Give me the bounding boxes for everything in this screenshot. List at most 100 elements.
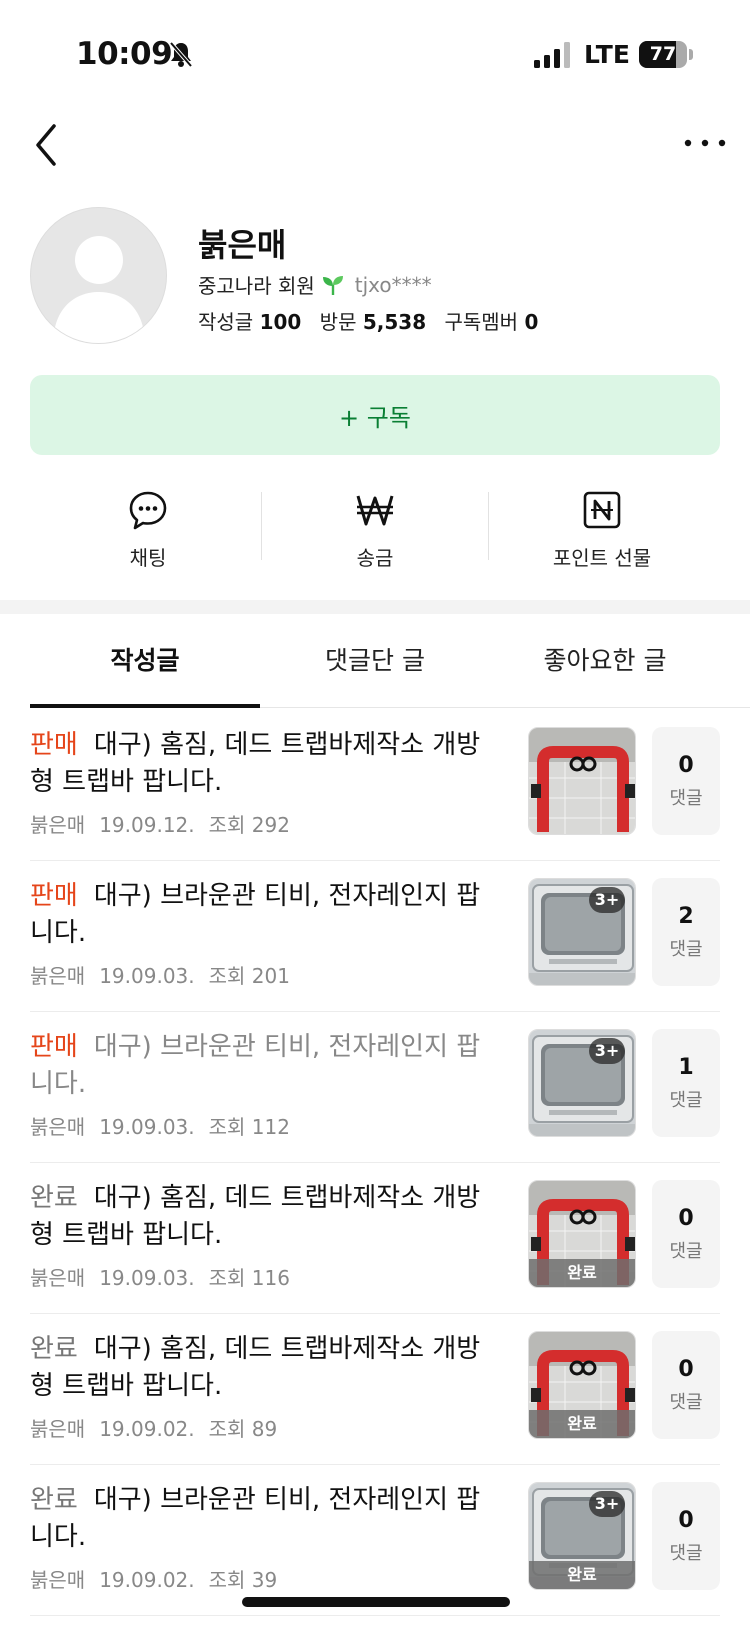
trap-bar-photo [529,728,635,834]
comment-count-box[interactable]: 0 댓글 [652,1331,720,1439]
comment-count-box[interactable]: 0 댓글 [652,1482,720,1590]
post-meta: 붉은매 19.09.02. 조회 89 [30,1413,291,1442]
post-meta: 붉은매 19.09.02. 조회 39 [30,1564,291,1593]
comment-count: 2 [678,904,694,929]
post-title-text: 대구) 브라운관 티비, 전자레인지 팝니다. [30,1485,481,1552]
visits-count: 5,538 [362,310,427,334]
posts-count: 100 [259,310,302,334]
post-date: 19.09.12. [99,813,195,837]
profile-stats: 작성글 100 방문 5,538 구독멤버 0 [198,306,550,335]
post-thumbnail[interactable]: 3+ [528,878,636,986]
battery-nub [689,49,693,60]
comment-count: 1 [678,1055,694,1080]
post-author: 붉은매 [30,813,86,837]
send-money-label: 송금 [356,546,394,570]
post-views: 조회 201 [208,964,290,988]
post-title[interactable]: 완료 대구) 브라운관 티비, 전자레인지 팝니다. [30,1482,490,1556]
post-author: 붉은매 [30,1417,86,1441]
subscribers-count: 0 [524,310,539,334]
post-thumbnail[interactable]: 완료 [528,1180,636,1288]
post-title-text: 대구) 브라운관 티비, 전자레인지 팝니다. [30,1032,481,1099]
comment-count: 0 [678,1357,694,1382]
sold-overlay: 완료 [529,1561,635,1589]
subscribe-button[interactable]: + 구독 [30,375,720,455]
active-tab-indicator [30,704,260,708]
post-views: 조회 116 [208,1266,290,1290]
post-date: 19.09.03. [99,1266,195,1290]
post-item[interactable]: 완료 대구) 홈짐, 데드 트랩바제작소 개방형 트랩바 팝니다. 붉은매 19.09… [30,1314,720,1465]
comment-count: 0 [678,1508,694,1533]
point-gift-button[interactable]: 포인트 선물 [489,480,715,580]
post-title[interactable]: 판매 대구) 브라운관 티비, 전자레인지 팝니다. [30,878,490,952]
post-meta: 붉은매 19.09.12. 조회 292 [30,809,304,838]
tab-my-posts[interactable]: 작성글 [30,614,260,708]
status-tag: 완료 [30,1183,78,1213]
tab-liked-posts[interactable]: 좋아요한 글 [490,614,720,708]
section-divider [0,600,750,614]
status-tag: 완료 [30,1334,78,1364]
post-author: 붉은매 [30,1266,86,1290]
status-time: 10:09 [76,36,173,72]
comment-count-box[interactable]: 2 댓글 [652,878,720,986]
post-title-text: 대구) 홈짐, 데드 트랩바제작소 개방형 트랩바 팝니다. [30,1334,481,1401]
status-tag: 판매 [30,1032,78,1062]
status-bar: 10:09 LTE 77 [0,0,750,100]
post-list: 판매 대구) 홈짐, 데드 트랩바제작소 개방형 트랩바 팝니다. 붉은매 19.09… [0,710,750,1616]
more-options-button[interactable] [680,126,730,166]
status-tag: 판매 [30,730,78,760]
comment-count-box[interactable]: 0 댓글 [652,1180,720,1288]
sold-overlay: 완료 [529,1410,635,1438]
comment-label: 댓글 [669,1090,703,1111]
post-thumbnail[interactable] [528,727,636,835]
post-author: 붉은매 [30,964,86,988]
post-author: 붉은매 [30,1568,86,1592]
post-item[interactable]: 판매 대구) 홈짐, 데드 트랩바제작소 개방형 트랩바 팝니다. 붉은매 19.09… [30,710,720,861]
comment-count: 0 [678,753,694,778]
post-views: 조회 112 [208,1115,290,1139]
visits-label: 방문 [319,310,357,334]
home-indicator [242,1597,510,1607]
back-button[interactable] [28,120,68,170]
post-item[interactable]: 완료 대구) 브라운관 티비, 전자레인지 팝니다. 붉은매 19.09.02. 조회 … [30,1465,720,1616]
more-dots-icon [684,139,726,147]
sprout-icon [322,275,343,295]
post-title[interactable]: 판매 대구) 홈짐, 데드 트랩바제작소 개방형 트랩바 팝니다. [30,727,490,801]
image-count-badge: 3+ [589,887,625,913]
post-thumbnail[interactable]: 3+ [528,1029,636,1137]
post-item[interactable]: 판매 대구) 브라운관 티비, 전자레인지 팝니다. 붉은매 19.09.03. 조회 … [30,1012,720,1163]
battery-level: 77 [649,43,677,65]
post-title-text: 대구) 홈짐, 데드 트랩바제작소 개방형 트랩바 팝니다. [30,730,481,797]
image-count-badge: 3+ [589,1491,625,1517]
post-thumbnail[interactable]: 3+ 완료 [528,1482,636,1590]
comment-label: 댓글 [669,1543,703,1564]
chat-label: 채팅 [129,546,167,570]
post-item[interactable]: 판매 대구) 브라운관 티비, 전자레인지 팝니다. 붉은매 19.09.03. 조회 … [30,861,720,1012]
member-type: 중고나라 회원 [198,274,315,298]
network-label: LTE [584,40,630,69]
battery-icon: 77 [639,41,687,68]
action-bar: 채팅 송금 포인트 선물 [0,480,750,580]
bell-slash-icon [169,41,193,68]
post-item[interactable]: 완료 대구) 홈짐, 데드 트랩바제작소 개방형 트랩바 팝니다. 붉은매 19.09… [30,1163,720,1314]
chat-button[interactable]: 채팅 [35,480,261,580]
avatar [30,207,167,344]
default-user-icon [53,236,145,343]
post-title[interactable]: 판매 대구) 브라운관 티비, 전자레인지 팝니다. [30,1029,490,1103]
status-tag: 판매 [30,881,78,911]
tab-commented-posts[interactable]: 댓글단 글 [260,614,490,708]
image-count-badge: 3+ [589,1038,625,1064]
post-date: 19.09.02. [99,1417,195,1441]
comment-label: 댓글 [669,1241,703,1262]
comment-count-box[interactable]: 0 댓글 [652,727,720,835]
post-title[interactable]: 완료 대구) 홈짐, 데드 트랩바제작소 개방형 트랩바 팝니다. [30,1180,490,1254]
post-title[interactable]: 완료 대구) 홈짐, 데드 트랩바제작소 개방형 트랩바 팝니다. [30,1331,490,1405]
post-date: 19.09.02. [99,1568,195,1592]
post-thumbnail[interactable]: 완료 [528,1331,636,1439]
post-title-text: 대구) 홈짐, 데드 트랩바제작소 개방형 트랩바 팝니다. [30,1183,481,1250]
post-date: 19.09.03. [99,1115,195,1139]
comment-label: 댓글 [669,1392,703,1413]
comment-count-box[interactable]: 1 댓글 [652,1029,720,1137]
post-meta: 붉은매 19.09.03. 조회 201 [30,960,304,989]
post-meta: 붉은매 19.09.03. 조회 112 [30,1111,304,1140]
send-money-button[interactable]: 송금 [262,480,488,580]
